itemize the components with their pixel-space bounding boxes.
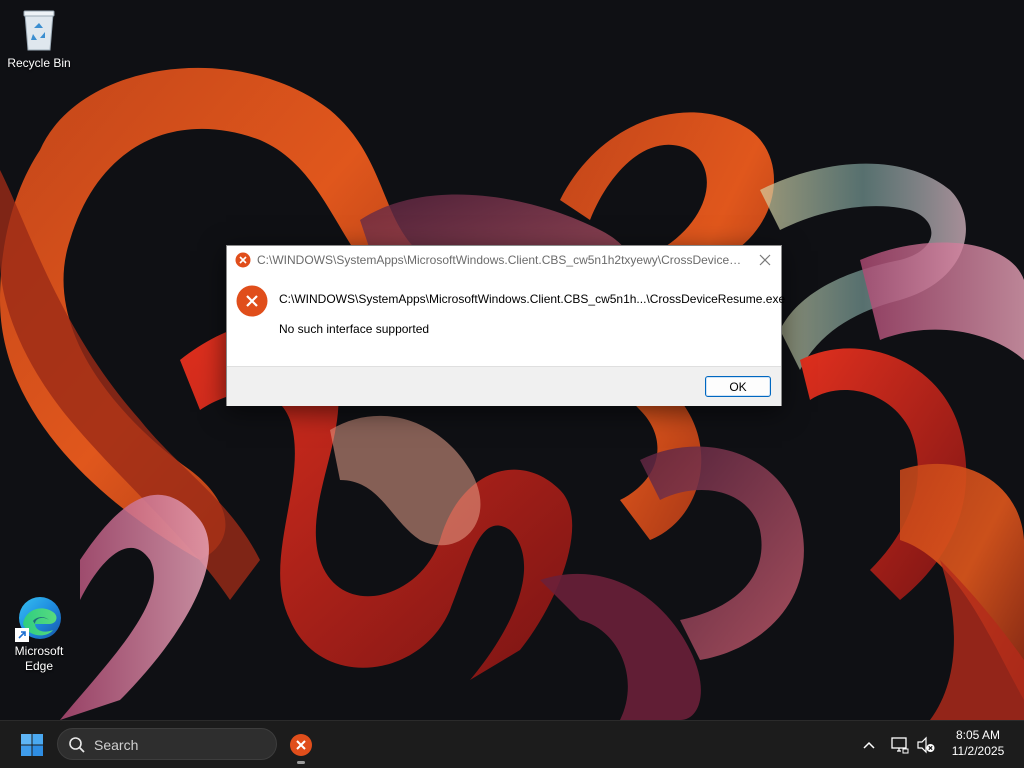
edge-icon (15, 594, 63, 642)
desktop-icon-label: Recycle Bin (7, 56, 71, 70)
taskbar-clock[interactable]: 8:05 AM 11/2/2025 (940, 727, 1016, 759)
chevron-up-icon (863, 741, 875, 749)
desktop: Recycle Bin Microsoft Edge C:\WINDOWS\Sy… (0, 0, 1024, 720)
running-indicator (297, 761, 305, 764)
clock-date: 11/2/2025 (951, 744, 1005, 758)
dialog-title: C:\WINDOWS\SystemApps\MicrosoftWindows.C… (257, 253, 749, 267)
error-app-icon (290, 734, 312, 756)
clock-time: 8:05 AM (955, 728, 1001, 742)
volume-button[interactable] (914, 733, 938, 757)
windows-start-icon (21, 734, 43, 756)
dialog-path-text: C:\WINDOWS\SystemApps\MicrosoftWindows.C… (279, 292, 786, 306)
shortcut-arrow-icon (15, 628, 29, 642)
error-icon (236, 285, 268, 317)
start-button[interactable] (14, 729, 50, 761)
taskbar: Search 8:05 AM 11/2/2025 (0, 720, 1024, 768)
error-dialog: C:\WINDOWS\SystemApps\MicrosoftWindows.C… (226, 245, 785, 406)
desktop-icon-label: Microsoft Edge (14, 644, 64, 673)
volume-muted-icon (917, 736, 935, 754)
network-button[interactable] (888, 733, 912, 757)
search-icon (69, 737, 85, 753)
network-icon (891, 737, 909, 754)
recycle-bin-icon (15, 6, 63, 54)
dialog-body: C:\WINDOWS\SystemApps\MicrosoftWindows.C… (227, 274, 785, 365)
close-icon (759, 254, 771, 266)
ok-button[interactable]: OK (705, 376, 771, 397)
dialog-footer: OK (227, 366, 781, 406)
dialog-titlebar[interactable]: C:\WINDOWS\SystemApps\MicrosoftWindows.C… (227, 246, 781, 274)
error-icon (235, 252, 251, 268)
show-hidden-icons-button[interactable] (858, 734, 880, 756)
close-button[interactable] (749, 246, 781, 274)
search-placeholder: Search (94, 737, 139, 753)
taskbar-search-box[interactable]: Search (57, 728, 277, 760)
desktop-icon-recycle-bin[interactable]: Recycle Bin (1, 6, 77, 71)
taskbar-error-app[interactable] (284, 728, 318, 762)
dialog-message: No such interface supported (279, 322, 430, 336)
desktop-icon-microsoft-edge[interactable]: Microsoft Edge (1, 594, 77, 674)
